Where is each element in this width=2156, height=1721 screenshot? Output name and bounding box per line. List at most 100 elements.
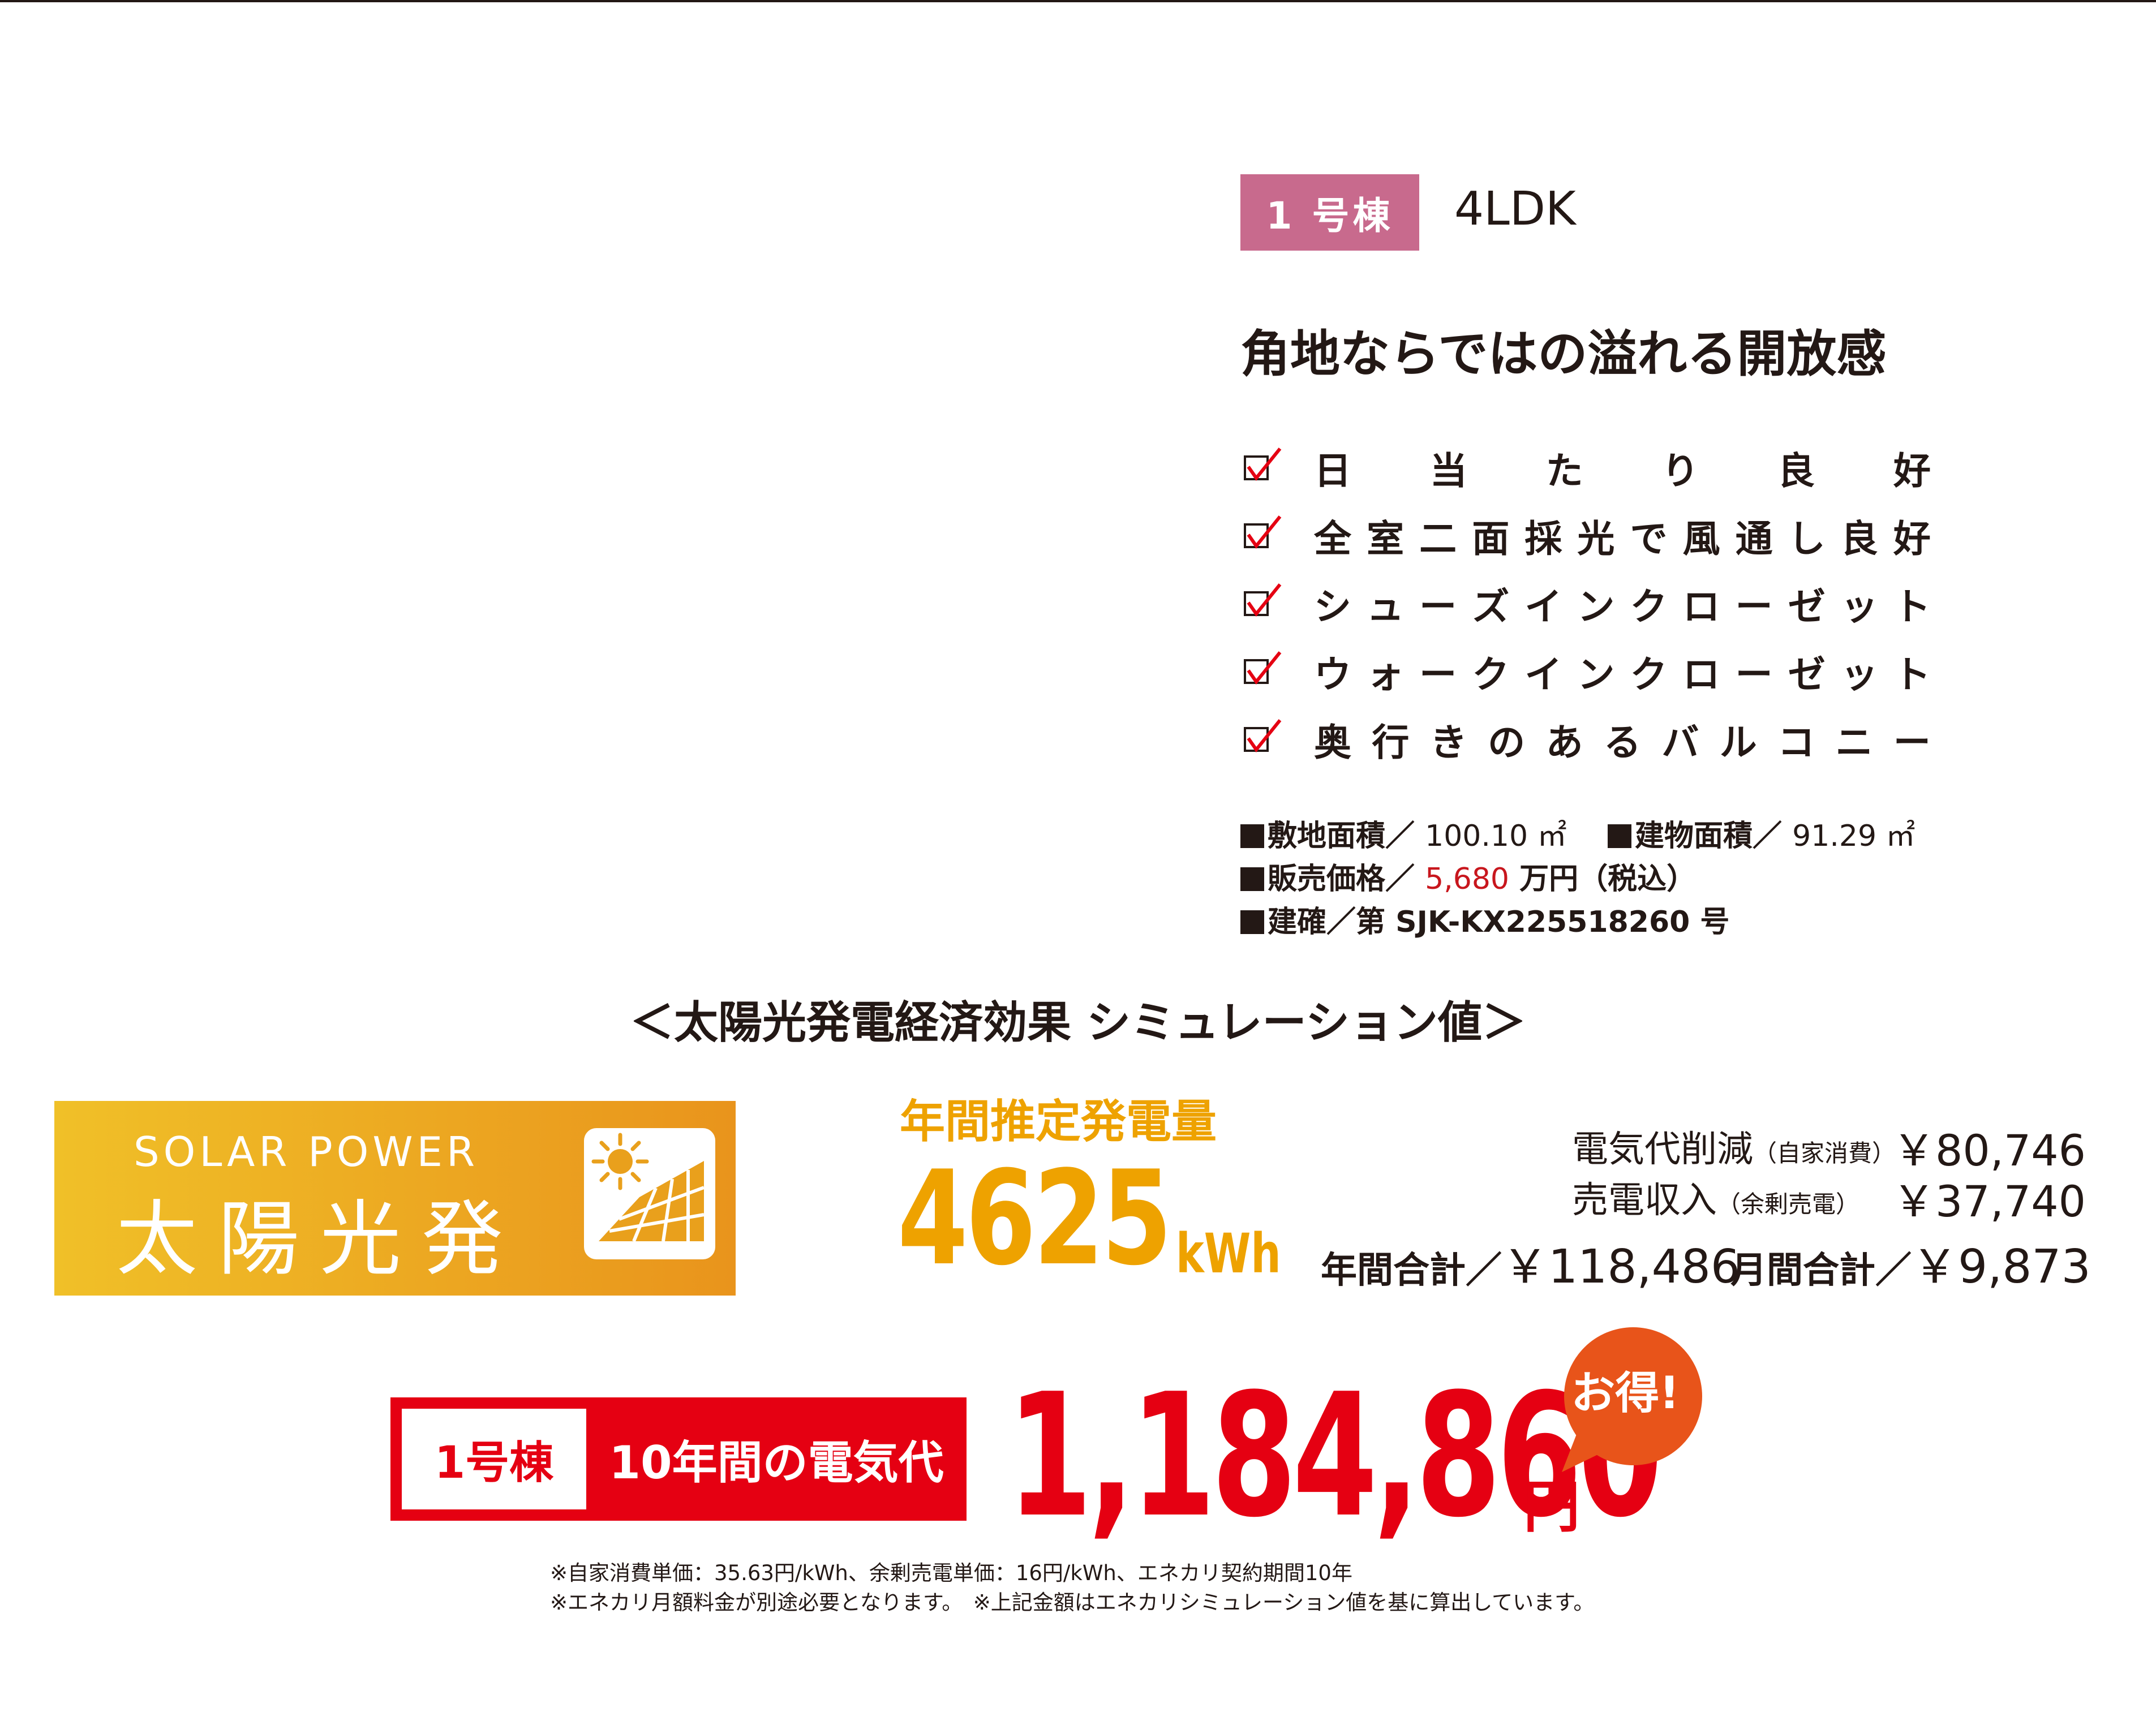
feature-char: 採 [1524, 517, 1562, 561]
footnotes: ※自家消費単価：35.63円/kWh、余剰売電単価：16円/kWh、エネカリ契約… [550, 1559, 1594, 1617]
feature-char: ォ [1367, 653, 1405, 696]
feature-char: 行 [1372, 721, 1410, 764]
feature-char: ッ [1840, 653, 1878, 696]
feature-char: り [1661, 449, 1699, 493]
feature-char: 光 [1577, 517, 1615, 561]
feature-item: 全室二面採光で風通し良好 [1240, 511, 1931, 579]
permit-suffix: 号 [1700, 905, 1730, 939]
feature-item: シューズインクローゼット [1240, 579, 1931, 647]
checkmark-icon [1247, 719, 1282, 752]
ten-year-amount: 1,184,860 円 [1007, 1371, 1912, 1541]
feature-char: ー [1419, 585, 1457, 629]
feature-char: で [1630, 517, 1668, 561]
feature-char: ー [1735, 653, 1773, 696]
generation-value: 4625 kWh [897, 1143, 1281, 1294]
footnote-line: ※エネカリ月額料金が別途必要となります。 ※上記金額はエネカリシミュレーション値… [550, 1590, 1595, 1615]
feature-char: 室 [1367, 517, 1405, 561]
generation-label: 年間推定発電量 [900, 1095, 1217, 1148]
feature-char: ト [1893, 585, 1931, 629]
floor-plan: 4LDK [1454, 182, 1576, 236]
feature-char: 二 [1419, 517, 1457, 561]
top-rule [0, 0, 2156, 2]
feature-item: 奥行きのあるバルコニー [1240, 715, 1931, 782]
feature-char: 好 [1893, 517, 1931, 561]
feature-char: ン [1577, 653, 1615, 696]
feature-char: 当 [1429, 449, 1467, 493]
feature-char: ク [1630, 653, 1668, 696]
feature-char: 全 [1314, 517, 1351, 561]
headline: 角地ならではの溢れる開放感 [1240, 325, 1887, 383]
feature-char: イ [1524, 653, 1562, 696]
building-area-value: 91.29 ㎡ [1792, 819, 1916, 853]
feature-text: シューズインクローゼット [1314, 579, 1931, 629]
monthly-total-label: 月間合計／ [1730, 1250, 1912, 1292]
generation-unit: kWh [1176, 1222, 1281, 1285]
sales-income-text: 売電収入 [1572, 1180, 1717, 1221]
generation-number: 4625 [897, 1143, 1172, 1294]
feature-char: ッ [1840, 585, 1878, 629]
feature-text: 日当たり良好 [1314, 443, 1931, 493]
building-badge: 1 号棟 [1240, 174, 1419, 251]
feature-char: ク [1472, 653, 1510, 696]
feature-char: 通 [1735, 517, 1773, 561]
annual-total-value: ￥118,486 [1502, 1240, 1741, 1294]
feature-char: 日 [1314, 449, 1351, 493]
price-suffix: 万円（税込） [1519, 862, 1697, 896]
spec-block: 敷地面積／ 100.10 ㎡ 建物面積／ 91.29 ㎡ 販売価格／ 5,680… [1240, 815, 1916, 944]
feature-char: ゼ [1788, 653, 1826, 696]
ten-year-amount-unit: 円 [1523, 1474, 1580, 1540]
solar-english: SOLAR POWER [133, 1128, 479, 1176]
feature-char: ー [1419, 653, 1457, 696]
feature-char: ロ [1682, 585, 1720, 629]
feature-item: ウォークインクローゼット [1240, 647, 1931, 715]
simulation-title: ＜太陽光発電経済効果 シミュレーション値＞ [629, 997, 1527, 1048]
permit-value: SJK-KX225518260 [1395, 905, 1690, 939]
feature-char: る [1603, 721, 1641, 764]
annual-total-label: 年間合計／ [1321, 1250, 1502, 1292]
annual-total: 年間合計／￥118,486 [1321, 1229, 1740, 1296]
feature-char: 良 [1840, 517, 1878, 561]
spec-price-row: 販売価格／ 5,680 万円（税込） [1240, 858, 1916, 901]
feature-char: 良 [1777, 449, 1815, 493]
checkmark-icon [1247, 651, 1282, 685]
feature-char: き [1429, 721, 1467, 764]
feature-char: あ [1545, 721, 1583, 764]
electricity-reduction-text: 電気代削減 [1572, 1129, 1753, 1171]
checkmark-icon [1247, 448, 1282, 481]
square-bullet-icon [1240, 867, 1264, 891]
feature-list: 日当たり良好 全室二面採光で風通し良好 シューズインクローゼット ウォークインク… [1240, 443, 1931, 782]
sales-income-note: （余剰売電） [1717, 1190, 1860, 1218]
sales-income-label: 売電収入（余剰売電） [1572, 1171, 1859, 1223]
feature-char: ュ [1367, 585, 1405, 629]
checkmark-icon [1247, 583, 1282, 617]
feature-char: ズ [1472, 585, 1510, 629]
sales-income-value: ￥37,740 [1892, 1176, 2086, 1227]
electricity-reduction-label: 電気代削減（自家消費） [1572, 1120, 1896, 1172]
feature-char: コ [1777, 721, 1815, 764]
checkmark-icon [1247, 515, 1282, 549]
feature-text: 全室二面採光で風通し良好 [1314, 511, 1931, 561]
feature-char: ロ [1682, 653, 1720, 696]
building-area-label: 建物面積／ [1635, 819, 1783, 853]
monthly-total-value: ￥9,873 [1912, 1240, 2091, 1294]
solar-japanese: 太陽光発電 [115, 1191, 523, 1404]
feature-char: シ [1314, 585, 1351, 629]
footnote-line: ※自家消費単価：35.63円/kWh、余剰売電単価：16円/kWh、エネカリ契約… [550, 1561, 1352, 1585]
solar-panel-sun-icon [584, 1128, 715, 1259]
feature-item: 日当たり良好 [1240, 443, 1931, 511]
land-area-value: 100.10 ㎡ [1425, 819, 1567, 853]
feature-char: イ [1524, 585, 1562, 629]
feature-char: の [1488, 721, 1526, 764]
bubble-text: お得! [1571, 1368, 1680, 1419]
feature-char: ト [1893, 653, 1931, 696]
ten-year-building: 1号棟 [402, 1409, 586, 1509]
feature-char: 面 [1472, 517, 1510, 561]
ten-year-label: 10年間の電気代 [609, 1436, 944, 1489]
spec-permit-row: 建確／第 SJK-KX225518260 号 [1240, 901, 1916, 944]
feature-text: ウォークインクローゼット [1314, 647, 1931, 696]
feature-char: ン [1577, 585, 1615, 629]
permit-label: 建確／第 [1268, 905, 1386, 939]
feature-char: バ [1661, 721, 1699, 764]
square-bullet-icon [1240, 824, 1264, 848]
feature-char: 風 [1682, 517, 1720, 561]
